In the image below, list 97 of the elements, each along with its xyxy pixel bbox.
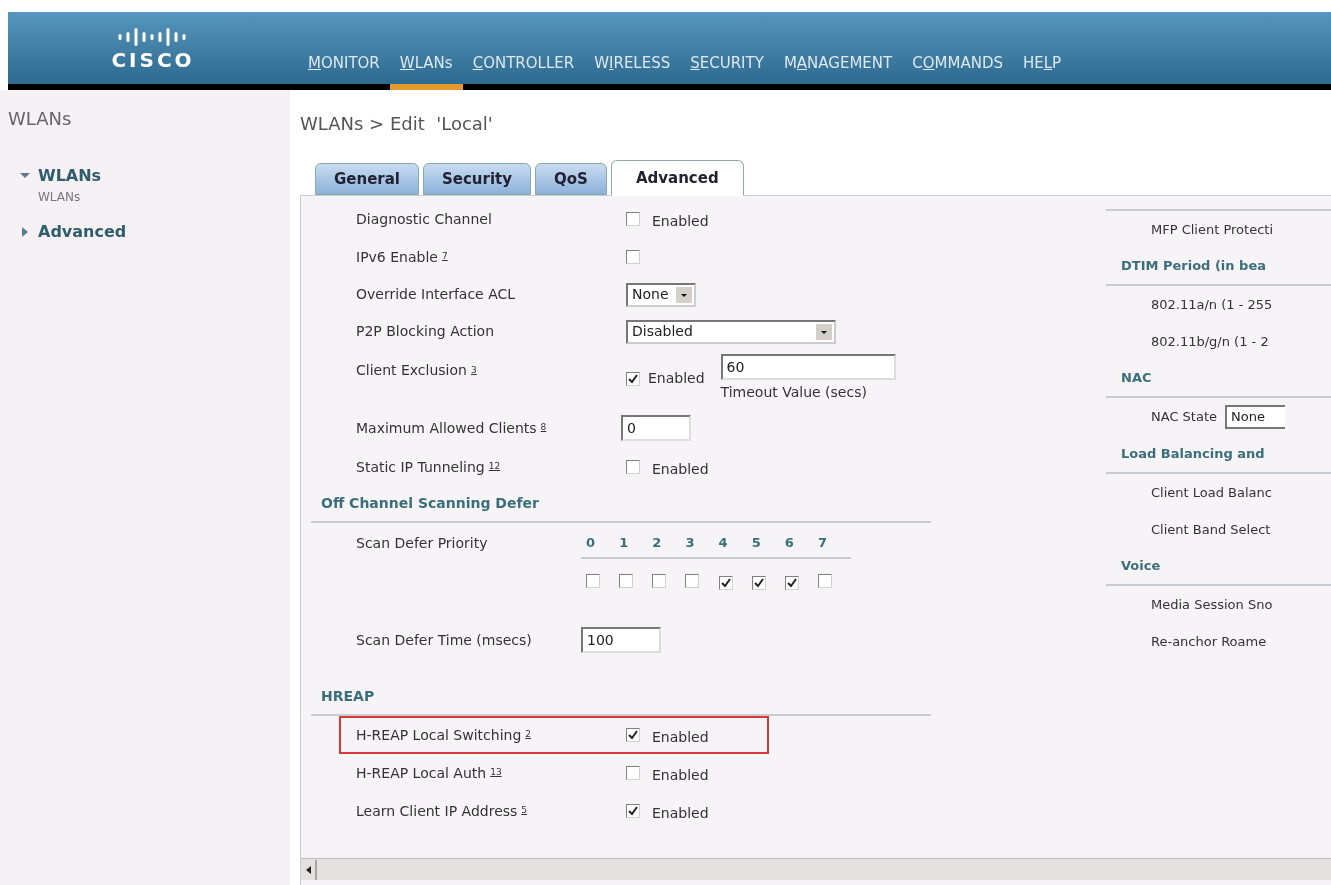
- page-title: WLANs > Edit 'Local': [300, 112, 494, 136]
- checkbox[interactable]: [817, 573, 832, 588]
- option-text: Enabled: [652, 211, 709, 231]
- field-label: Client Exclusion: [356, 361, 467, 380]
- field-label: Client Load Balanc: [1151, 483, 1272, 502]
- tab[interactable]: Advanced: [610, 160, 744, 196]
- checkbox[interactable]: [626, 212, 640, 226]
- tab[interactable]: QoS: [535, 163, 607, 195]
- field-label: H-REAP Local Auth: [356, 763, 487, 783]
- check-icon: [753, 577, 764, 588]
- checkbox[interactable]: [751, 575, 766, 590]
- check-icon: [628, 730, 638, 740]
- option-text: Enabled: [652, 765, 709, 785]
- horizontal-scrollbar[interactable]: [301, 858, 1331, 880]
- section-heading: HREAP: [321, 687, 375, 706]
- section-heading: NAC: [1121, 369, 1152, 388]
- checkbox[interactable]: [626, 766, 640, 780]
- tab[interactable]: Security: [423, 163, 532, 195]
- dropdown[interactable]: Disabled: [626, 319, 836, 344]
- field-label: Diagnostic Channel: [356, 209, 492, 229]
- priority-number: 1: [619, 534, 630, 552]
- check-icon: [628, 806, 638, 816]
- field-label: P2P Blocking Action: [356, 322, 495, 341]
- nav-tab[interactable]: HELP: [1012, 51, 1072, 90]
- field-label: NAC State: [1151, 408, 1217, 427]
- field-label: Maximum Allowed Clients: [356, 418, 537, 438]
- dropdown[interactable]: None: [626, 282, 696, 307]
- nav-tab[interactable]: MANAGEMENT: [773, 51, 903, 90]
- field-label: IPv6 Enable: [356, 247, 438, 267]
- priority-number: 0: [586, 534, 597, 552]
- field-label: Static IP Tunneling: [356, 457, 485, 477]
- priority-number: 7: [817, 534, 828, 552]
- nav-tab[interactable]: MONITOR: [298, 51, 390, 90]
- section-heading: DTIM Period (in bea: [1121, 257, 1266, 276]
- caption: Timeout Value (secs): [720, 383, 868, 402]
- footnote-link[interactable]: 8: [540, 421, 547, 435]
- nav-tab[interactable]: WLANs: [389, 51, 463, 90]
- expanded-triangle-icon[interactable]: [20, 171, 30, 181]
- cisco-logo-icon: [118, 26, 188, 46]
- sidebar-title: WLANs: [8, 107, 73, 131]
- footnote-link[interactable]: 3: [470, 363, 477, 378]
- sidebar-subitem[interactable]: WLANs: [8, 188, 290, 206]
- checkbox[interactable]: [685, 573, 700, 588]
- input-field[interactable]: 0: [621, 415, 691, 441]
- field-label: Override Interface ACL: [356, 285, 516, 304]
- checkbox[interactable]: [718, 575, 733, 590]
- checkbox[interactable]: [626, 804, 640, 818]
- checkbox[interactable]: [619, 573, 634, 588]
- check-icon: [786, 577, 797, 588]
- section-heading: Off Channel Scanning Defer: [321, 494, 539, 513]
- field-label: MFP Client Protecti: [1151, 220, 1273, 239]
- field-label: Re-anchor Roame: [1151, 632, 1267, 651]
- dropdown[interactable]: None: [1225, 405, 1285, 429]
- cisco-wordmark: CISCO: [111, 50, 195, 70]
- collapsed-triangle-icon[interactable]: [20, 227, 30, 237]
- priority-number: 5: [751, 534, 762, 552]
- input-field[interactable]: 100: [581, 627, 661, 653]
- section-heading: Voice: [1121, 557, 1161, 576]
- sidebar-item[interactable]: WLANs: [38, 164, 102, 188]
- checkbox[interactable]: [626, 728, 640, 742]
- priority-number: 3: [685, 534, 696, 552]
- field-label: H-REAP Local Switching: [356, 725, 522, 745]
- field-label: Media Session Sno: [1151, 595, 1273, 614]
- nav-tab[interactable]: SECURITY: [680, 51, 774, 90]
- tab[interactable]: General: [315, 163, 419, 195]
- check-icon: [720, 577, 731, 588]
- field-label: 802.11b/g/n (1 - 2: [1151, 332, 1269, 351]
- field-label: Scan Defer Time (msecs): [356, 630, 532, 650]
- checkbox[interactable]: [626, 250, 640, 264]
- checkbox[interactable]: [626, 371, 640, 386]
- input-field[interactable]: 60: [720, 354, 896, 380]
- section-heading: Load Balancing and: [1121, 445, 1265, 464]
- option-text: Enabled: [652, 803, 709, 823]
- field-label: 802.11a/n (1 - 255: [1151, 295, 1273, 314]
- field-label: Learn Client IP Address: [356, 801, 518, 821]
- option-text: Enabled: [652, 727, 709, 747]
- checkbox[interactable]: [626, 460, 640, 474]
- footnote-link[interactable]: 5: [521, 804, 528, 818]
- checkbox[interactable]: [784, 575, 799, 590]
- checkbox[interactable]: [652, 573, 667, 588]
- option-text: Enabled: [648, 369, 705, 388]
- nav-tab[interactable]: CONTROLLER: [462, 51, 585, 90]
- priority-number: 4: [718, 534, 729, 552]
- field-label: Scan Defer Priority: [356, 533, 488, 553]
- priority-number: 6: [784, 534, 795, 552]
- footnote-link[interactable]: 7: [441, 250, 448, 264]
- footnote-link[interactable]: 12: [488, 460, 501, 474]
- footnote-link[interactable]: 2: [525, 728, 532, 742]
- check-icon: [628, 373, 638, 384]
- priority-number: 2: [652, 534, 663, 552]
- option-text: Enabled: [652, 459, 709, 479]
- footnote-link[interactable]: 13: [490, 766, 502, 780]
- nav-tab[interactable]: COMMANDS: [902, 51, 1013, 90]
- checkbox[interactable]: [586, 573, 600, 588]
- sidebar-item[interactable]: Advanced: [38, 220, 127, 244]
- nav-tab[interactable]: WIRELESS: [584, 51, 681, 90]
- field-label: Client Band Select: [1151, 520, 1271, 539]
